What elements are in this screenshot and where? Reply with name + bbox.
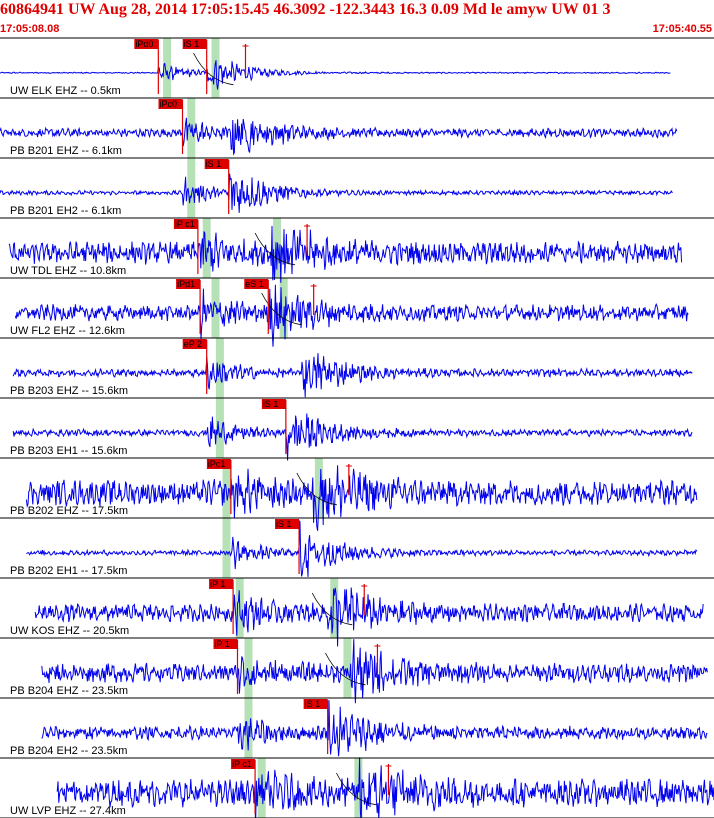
pick-label: iP 1	[214, 639, 229, 649]
p-window	[222, 518, 231, 578]
station-label: UW KOS EHZ -- 20.5km	[10, 625, 129, 637]
waveform-trace	[14, 284, 689, 347]
pick-label: iS 1	[184, 39, 200, 49]
s-window	[211, 38, 220, 98]
trace-layer	[0, 60, 714, 818]
pick-label: iPd0	[135, 39, 153, 49]
p-window	[187, 158, 196, 218]
station-label: UW FL2 EHZ -- 12.6km	[10, 325, 125, 337]
pick-label: iP c1	[232, 759, 252, 769]
pick-label: iS 1	[206, 159, 222, 169]
station-label: PB B201 EHZ -- 6.1km	[10, 145, 122, 157]
p-window	[163, 38, 172, 98]
waveform-trace	[41, 700, 708, 757]
station-label: UW LVP EHZ -- 27.4km	[10, 805, 126, 817]
station-label: PB B204 EHZ -- 23.5km	[10, 685, 128, 697]
pick-label: eP 2	[184, 339, 202, 349]
phase-windows	[163, 38, 363, 818]
station-label: PB B203 EHZ -- 15.6km	[10, 385, 128, 397]
pick-label: iS 1	[276, 519, 292, 529]
pick-label: iS 1	[305, 699, 321, 709]
station-label: PB B202 EHZ -- 17.5km	[10, 505, 128, 517]
station-label: UW ELK EHZ -- 0.5km	[10, 85, 121, 97]
time-end-label: 17:05:40.55	[652, 23, 712, 35]
pick-label: iP c1	[175, 219, 195, 229]
pick-label: iPc1	[208, 459, 226, 469]
waveform-trace	[25, 465, 698, 531]
station-label: PB B203 EH1 -- 15.6km	[10, 445, 127, 457]
pick-label: iS 1	[263, 399, 279, 409]
pick-label: iP 1	[210, 579, 225, 589]
station-label: PB B202 EH1 -- 17.5km	[10, 565, 127, 577]
p-window	[244, 638, 253, 698]
pick-label: eS 1	[245, 279, 264, 289]
station-label: PB B201 EH2 -- 6.1km	[10, 205, 121, 217]
waveform-trace	[41, 639, 708, 704]
time-start-label: 17:05:08.08	[0, 23, 60, 35]
seismogram-panel: iPd0 iS 1 iPc0 iS 1 iP c1 iPd1 eS 1 eP 2 iS 1 iPc…	[0, 37, 714, 818]
pick-label: iPc0	[160, 99, 178, 109]
pick-label: iPd1	[177, 279, 195, 289]
station-label: UW TDL EHZ -- 10.8km	[10, 265, 126, 277]
event-title: 60864941 UW Aug 28, 2014 17:05:15.45 46.…	[0, 1, 611, 18]
station-label: PB B204 EH2 -- 23.5km	[10, 745, 127, 757]
